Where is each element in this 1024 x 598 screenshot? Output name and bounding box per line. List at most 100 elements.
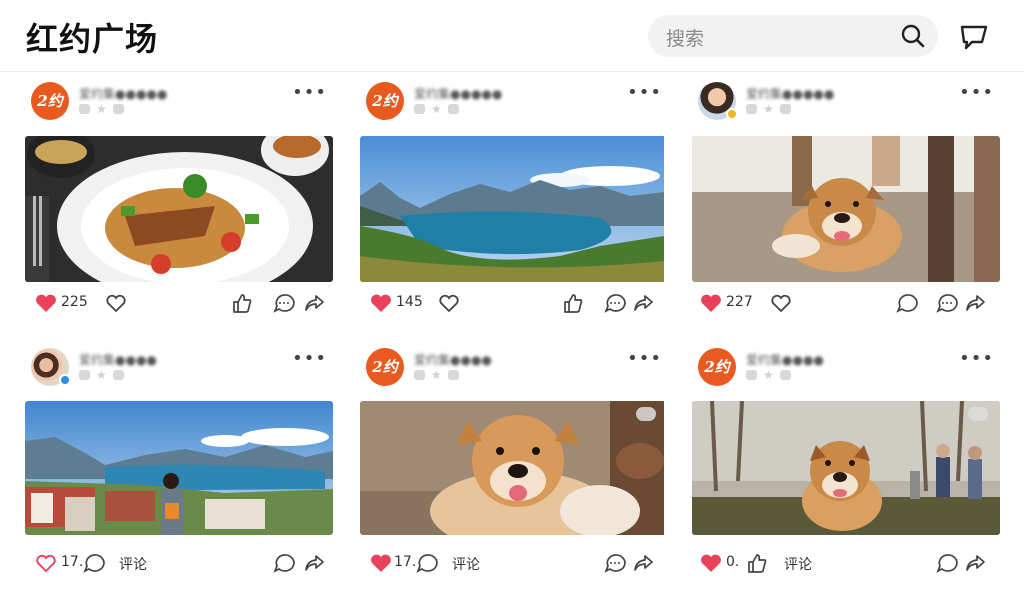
comment-label[interactable]: 评论 xyxy=(784,554,812,574)
badge-icon xyxy=(779,104,791,114)
like-count: 225 xyxy=(61,294,88,310)
heart-icon[interactable] xyxy=(35,293,57,313)
post-image[interactable] xyxy=(25,136,333,282)
avatar[interactable]: 2约 xyxy=(31,82,69,120)
badge-icon xyxy=(59,374,71,386)
message-icon[interactable] xyxy=(958,22,990,52)
avatar[interactable] xyxy=(698,82,738,120)
heart-icon[interactable] xyxy=(370,293,392,313)
more-icon[interactable]: ••• xyxy=(627,348,662,369)
badge-icon xyxy=(414,370,425,380)
action-bar: 0. 评论 xyxy=(692,548,1000,578)
user-meta: ★ xyxy=(414,369,459,381)
action-bar: 145 xyxy=(360,288,668,318)
comment-icon[interactable] xyxy=(273,553,295,573)
username[interactable]: 爱约集●●●● xyxy=(414,351,492,368)
badge-icon xyxy=(779,370,791,380)
post-card[interactable]: 爱约集●●●●● ★ ••• 227 xyxy=(692,74,1000,332)
share-icon[interactable] xyxy=(303,553,325,573)
action-bar: 227 xyxy=(692,288,1000,318)
post-card[interactable]: 2约 爱约集●●●●● ★ ••• 145 xyxy=(360,74,668,332)
comment-icon[interactable] xyxy=(936,553,958,573)
post-image[interactable] xyxy=(692,136,1000,282)
avatar[interactable]: 2约 xyxy=(698,348,736,386)
post-image[interactable] xyxy=(692,401,1000,535)
badge-icon xyxy=(746,370,757,380)
post-image[interactable] xyxy=(360,401,668,535)
heart-outline-icon[interactable] xyxy=(35,553,57,573)
action-bar: 225 xyxy=(25,288,333,318)
heart-icon[interactable] xyxy=(700,293,722,313)
comment-icon[interactable] xyxy=(604,553,626,573)
like-count: 17. xyxy=(394,554,417,570)
badge-icon xyxy=(79,370,90,380)
star-icon: ★ xyxy=(431,368,442,382)
username[interactable]: 爱约集●●●●● xyxy=(79,85,167,102)
comment-icon[interactable] xyxy=(416,553,438,573)
badge-icon xyxy=(112,104,124,114)
post-image[interactable] xyxy=(25,401,333,535)
heart-icon[interactable] xyxy=(370,553,392,573)
comment-icon[interactable] xyxy=(83,553,105,573)
like-count: 227 xyxy=(726,294,753,310)
username[interactable]: 爱约集●●●●● xyxy=(414,85,502,102)
post-card[interactable]: 爱约集●●●● ★ ••• 17. 评论 xyxy=(25,340,333,598)
top-header: 红约广场 搜索 xyxy=(0,0,1024,72)
star-icon: ★ xyxy=(96,368,107,382)
comment-label[interactable]: 评论 xyxy=(452,554,480,574)
comment-icon[interactable] xyxy=(273,293,295,313)
search-bar[interactable]: 搜索 xyxy=(648,15,938,57)
share-icon[interactable] xyxy=(632,553,654,573)
thumbs-up-icon[interactable] xyxy=(562,293,584,313)
like-count: 145 xyxy=(396,294,423,310)
thumbs-up-icon[interactable] xyxy=(746,553,768,573)
post-image[interactable] xyxy=(360,136,668,282)
like-count: 17. xyxy=(61,554,84,570)
user-meta: ★ xyxy=(414,103,459,115)
more-icon[interactable]: ••• xyxy=(292,82,327,103)
comment-icon[interactable] xyxy=(896,293,918,313)
heart-outline-icon[interactable] xyxy=(438,293,460,313)
star-icon: ★ xyxy=(763,102,774,116)
post-card[interactable]: 2约 爱约集●●●●● ★ ••• 225 xyxy=(25,74,333,332)
share-icon[interactable] xyxy=(303,293,325,313)
star-icon: ★ xyxy=(763,368,774,382)
more-icon[interactable]: ••• xyxy=(627,82,662,103)
heart-outline-icon[interactable] xyxy=(105,293,127,313)
username[interactable]: 爱约集●●●● xyxy=(79,351,157,368)
avatar[interactable]: 2约 xyxy=(366,348,404,386)
post-card[interactable]: 2约 爱约集●●●● ★ ••• 0. 评论 xyxy=(692,340,1000,598)
action-bar: 17. 评论 xyxy=(360,548,668,578)
user-meta: ★ xyxy=(79,369,124,381)
user-meta: ★ xyxy=(79,103,124,115)
share-icon[interactable] xyxy=(632,293,654,313)
heart-outline-icon[interactable] xyxy=(770,293,792,313)
share-icon[interactable] xyxy=(964,553,986,573)
username[interactable]: 爱约集●●●●● xyxy=(746,85,834,102)
user-meta: ★ xyxy=(746,103,791,115)
share-icon[interactable] xyxy=(964,293,986,313)
page-title: 红约广场 xyxy=(26,20,159,58)
post-card[interactable]: 2约 爱约集●●●● ★ ••• 17. 评论 xyxy=(360,340,668,598)
thumbs-up-icon[interactable] xyxy=(231,293,253,313)
search-placeholder: 搜索 xyxy=(666,28,705,50)
badge-icon xyxy=(447,370,459,380)
badge-icon xyxy=(447,104,459,114)
avatar[interactable]: 2约 xyxy=(366,82,404,120)
more-icon[interactable]: ••• xyxy=(292,348,327,369)
username[interactable]: 爱约集●●●● xyxy=(746,351,824,368)
badge-icon xyxy=(79,104,90,114)
comment-label[interactable]: 评论 xyxy=(119,554,147,574)
more-icon[interactable]: ••• xyxy=(959,348,994,369)
comment-icon[interactable] xyxy=(936,293,958,313)
badge-icon xyxy=(112,370,124,380)
search-icon[interactable] xyxy=(900,23,926,49)
more-icon[interactable]: ••• xyxy=(959,82,994,103)
badge-icon xyxy=(726,108,738,120)
heart-icon[interactable] xyxy=(700,553,722,573)
action-bar: 17. 评论 xyxy=(25,548,333,578)
badge-icon xyxy=(414,104,425,114)
badge-icon xyxy=(746,104,757,114)
comment-icon[interactable] xyxy=(604,293,626,313)
avatar[interactable] xyxy=(31,348,71,386)
